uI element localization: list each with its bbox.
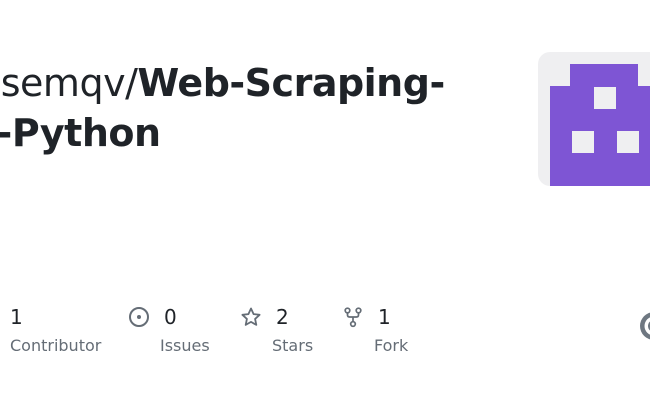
identicon-icon xyxy=(550,64,650,186)
forks-label: Fork xyxy=(374,336,409,355)
repo-separator: / xyxy=(125,61,138,105)
stat-stars[interactable]: 2 Stars xyxy=(240,304,313,355)
contributors-label: Contributor xyxy=(10,336,102,355)
repo-stats: 1 Contributor 0 Issues 2 Stars 1 Fork xyxy=(0,304,650,364)
contributors-count: 1 xyxy=(10,305,23,329)
owner-avatar[interactable] xyxy=(538,52,650,186)
issues-count: 0 xyxy=(164,305,177,329)
repo-title-line-1: osemqv/Web-Scraping- xyxy=(0,58,445,108)
repo-social-card: osemqv/Web-Scraping- n-Python 1 Contribu… xyxy=(0,0,650,400)
stars-count: 2 xyxy=(276,305,289,329)
repo-title-line-2: n-Python xyxy=(0,108,445,158)
repo-owner[interactable]: osemqv xyxy=(0,61,126,105)
stars-label: Stars xyxy=(272,336,314,355)
stat-forks[interactable]: 1 Fork xyxy=(342,304,408,355)
stat-contributors[interactable]: 1 Contributor xyxy=(10,304,101,355)
issue-opened-icon xyxy=(128,306,150,328)
issues-label: Issues xyxy=(160,336,210,355)
repo-title[interactable]: osemqv/Web-Scraping- n-Python xyxy=(0,58,445,158)
forks-count: 1 xyxy=(378,305,391,329)
star-icon xyxy=(240,306,262,328)
repo-name-part-2[interactable]: n-Python xyxy=(0,111,161,155)
repo-name-part-1[interactable]: Web-Scraping- xyxy=(137,61,445,105)
stat-issues[interactable]: 0 Issues xyxy=(128,304,210,355)
github-logo-icon xyxy=(638,310,650,342)
repo-forked-icon xyxy=(342,306,364,328)
